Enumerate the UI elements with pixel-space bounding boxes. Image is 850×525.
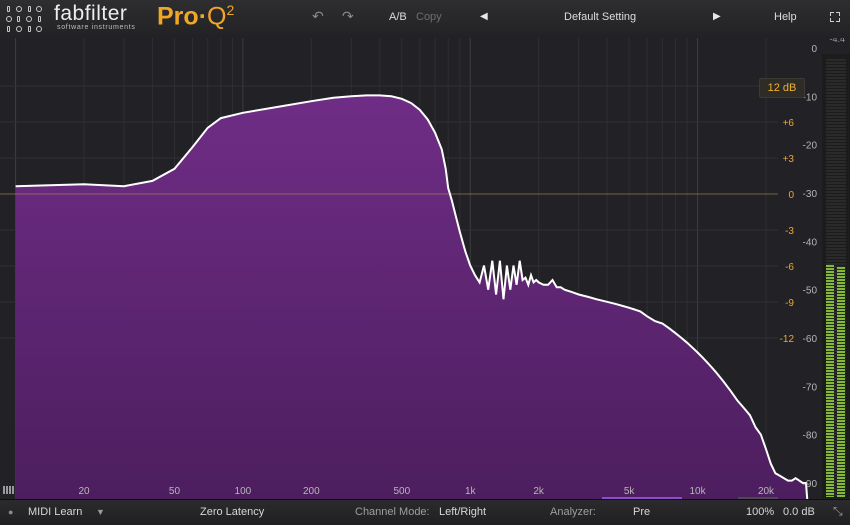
db-scale-label: 0 xyxy=(811,44,817,55)
latency-mode[interactable]: Zero Latency xyxy=(200,506,264,518)
product-dot: · xyxy=(198,2,208,31)
product-name: Pro·Q2 xyxy=(157,2,234,31)
product-q: Q xyxy=(207,2,227,31)
product-version: 2 xyxy=(226,2,235,18)
brand-name: fabfilter xyxy=(54,2,128,25)
next-preset-icon[interactable]: ▶ xyxy=(713,11,721,22)
db-scale-label: -20 xyxy=(803,141,818,152)
meter-right-channel xyxy=(837,267,845,497)
gain-scale-label: -9 xyxy=(785,298,794,309)
midi-icon: ● xyxy=(8,507,14,517)
gain-scale-label: +3 xyxy=(783,154,795,165)
resize-icon[interactable]: ⤡ xyxy=(833,504,843,519)
gain-scale-label: 0 xyxy=(788,190,794,201)
frequency-label: 20 xyxy=(78,486,90,497)
frequency-label: 10k xyxy=(690,486,707,497)
output-zoom[interactable]: 100% xyxy=(746,506,774,518)
previous-preset-icon[interactable]: ◀ xyxy=(480,11,488,22)
db-scale-label: -30 xyxy=(803,189,818,200)
analyzer-value[interactable]: Pre xyxy=(633,506,650,518)
eq-graph[interactable]: +9+6+30-3-6-9-120-10-20-30-40-50-60-70-8… xyxy=(0,38,850,499)
analyzer-label: Analyzer: xyxy=(550,506,596,518)
db-scale-label: -90 xyxy=(803,479,818,490)
undo-icon[interactable]: ↶ xyxy=(312,9,324,25)
gain-scale-label: +6 xyxy=(783,118,795,129)
frequency-label: 200 xyxy=(303,486,320,497)
frequency-label: 2k xyxy=(533,486,545,497)
gain-scale-label: -3 xyxy=(785,226,794,237)
product-pro: Pro xyxy=(157,2,199,31)
copy-button[interactable]: Copy xyxy=(416,11,442,23)
eq-display[interactable]: +9+6+30-3-6-9-120-10-20-30-40-50-60-70-8… xyxy=(0,38,850,499)
frequency-label: 20k xyxy=(758,486,775,497)
preset-name[interactable]: Default Setting xyxy=(564,11,636,23)
frequency-label: 500 xyxy=(393,486,410,497)
db-scale-label: -80 xyxy=(803,431,818,442)
db-scale-label: -50 xyxy=(803,286,818,297)
fabfilter-logo-icon xyxy=(4,4,44,34)
fullscreen-icon[interactable] xyxy=(830,12,840,22)
frequency-label: 50 xyxy=(169,486,181,497)
channel-mode-value[interactable]: Left/Right xyxy=(439,506,486,518)
frequency-label: 5k xyxy=(624,486,636,497)
meter-peak-label: -4.4 xyxy=(829,38,845,44)
channel-mode-label: Channel Mode: xyxy=(355,506,430,518)
redo-icon[interactable]: ↷ xyxy=(342,9,354,25)
display-range-button[interactable]: 12 dB xyxy=(759,78,805,98)
footer-bar: ● MIDI Learn ▼ Zero Latency Channel Mode… xyxy=(0,499,850,525)
gain-scale-label: -12 xyxy=(780,334,795,345)
ab-button[interactable]: A/B xyxy=(389,11,407,23)
midi-learn-dropdown-icon[interactable]: ▼ xyxy=(96,507,105,517)
db-scale-label: -70 xyxy=(803,382,818,393)
output-gain[interactable]: 0.0 dB xyxy=(783,506,815,518)
brand-subtitle: software instruments xyxy=(57,24,136,31)
db-scale-label: -40 xyxy=(803,237,818,248)
frequency-label: 100 xyxy=(235,486,252,497)
output-level-meter xyxy=(822,54,850,498)
midi-learn-button[interactable]: MIDI Learn xyxy=(28,506,82,518)
spectrum-fill xyxy=(15,95,810,499)
header-bar: fabfilter software instruments Pro·Q2 ↶ … xyxy=(0,0,850,39)
help-button[interactable]: Help xyxy=(774,11,797,23)
gain-scale-label: -6 xyxy=(785,262,794,273)
frequency-label: 1k xyxy=(465,486,477,497)
piano-roll-icon[interactable] xyxy=(3,486,14,494)
db-scale-label: -60 xyxy=(803,334,818,345)
meter-left-channel xyxy=(826,265,834,497)
